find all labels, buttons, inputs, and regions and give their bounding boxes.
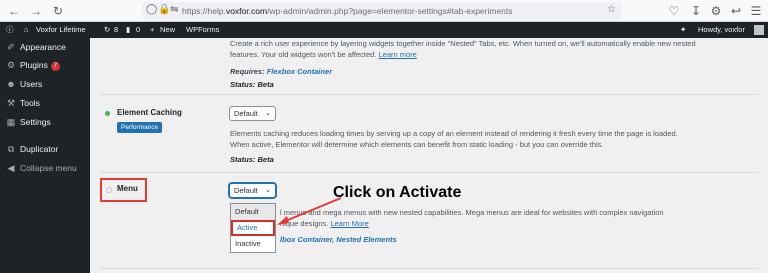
divider: [100, 268, 758, 269]
account-greeting[interactable]: Howdy, voxfor: [698, 25, 745, 35]
active-status-dot: [105, 111, 110, 116]
sidebar-item-duplicator[interactable]: ⧉ Duplicator: [0, 140, 90, 158]
sidebar-item-tools[interactable]: ⚒ Tools: [0, 94, 90, 112]
chevron-down-icon: ⌄: [265, 110, 271, 117]
plug-icon: ⚙: [6, 60, 16, 70]
home-icon[interactable]: ⌂: [24, 25, 29, 35]
option-inactive[interactable]: Inactive: [231, 236, 275, 252]
option-default[interactable]: Default: [231, 204, 275, 220]
settings-icon: ▦: [6, 117, 16, 127]
chevron-down-icon: ⌄: [265, 187, 271, 194]
browser-toolbar: ← → ↻ ◯ 🔒 ⇋ https://help.voxfor.com/wp-a…: [0, 0, 768, 22]
divider: [100, 172, 758, 173]
sidebar-item-label: Plugins 7: [20, 56, 60, 74]
element-caching-status: Status: Beta: [230, 155, 274, 164]
permissions-icon[interactable]: ⇋: [170, 4, 178, 15]
extensions-icon[interactable]: ⚙: [708, 3, 724, 19]
menu-requires: lbox Container, Nested Elements: [280, 235, 397, 244]
element-caching-label: Element Caching: [117, 108, 182, 117]
arrow-line: [282, 197, 342, 223]
comments-count[interactable]: 0: [136, 25, 140, 35]
forward-arrow-icon[interactable]: →: [28, 3, 44, 19]
plugins-update-badge: 7: [50, 62, 60, 71]
sidebar-item-plugins[interactable]: ⚙ Plugins 7: [0, 56, 90, 74]
divider: [100, 94, 758, 95]
wrench-icon: ⚒: [6, 98, 16, 108]
learn-more-link[interactable]: Learn more: [379, 50, 417, 59]
comments-icon[interactable]: ▮: [126, 25, 130, 35]
site-name[interactable]: Voxfor Lifetime: [36, 25, 86, 35]
duplicator-icon: ⧉: [7, 144, 15, 154]
new-content-link[interactable]: New: [160, 25, 175, 35]
lock-icon[interactable]: 🔒: [158, 4, 170, 15]
sparkle-icon[interactable]: ✦: [680, 25, 686, 35]
wpforms-link[interactable]: WPForms: [186, 25, 219, 35]
annotation-arrow: [277, 197, 342, 225]
nested-elements-requires: Requires: Flexbox Container: [230, 67, 333, 76]
wordpress-logo-icon[interactable]: ⓘ: [6, 25, 14, 35]
paintbrush-icon: ✐: [7, 42, 15, 52]
updates-icon[interactable]: ↻: [104, 25, 110, 35]
annotation-text: Click on Activate: [333, 184, 462, 201]
element-caching-select[interactable]: Default ⌄: [229, 106, 276, 121]
updates-count[interactable]: 8: [114, 25, 118, 35]
menu-dropdown[interactable]: Default Active Inactive: [230, 203, 276, 253]
element-caching-description: Elements caching reduces loading times b…: [230, 129, 678, 149]
address-bar[interactable]: ◯ 🔒 ⇋ https://help.voxfor.com/wp-admin/a…: [142, 2, 622, 20]
nested-elements-status: Status: Beta: [230, 80, 274, 89]
url-text[interactable]: https://help.voxfor.com/wp-admin/admin.p…: [182, 6, 513, 16]
inactive-status-dot: [106, 187, 112, 193]
plus-icon[interactable]: +: [150, 25, 154, 35]
collapse-menu-button[interactable]: ◀ Collapse menu: [0, 159, 90, 177]
sidebar-item-appearance[interactable]: ✐ Appearance: [0, 38, 90, 56]
sidebar-item-label: Collapse menu: [20, 163, 77, 173]
reload-icon[interactable]: ↻: [50, 3, 66, 19]
arrow-head: [277, 216, 289, 225]
experiments-content: Create a rich user experience by layerin…: [90, 38, 768, 273]
pocket-icon[interactable]: ♡: [666, 3, 682, 19]
sidebar-item-label: Users: [20, 79, 43, 89]
wp-admin-bar: ⓘ ⌂ Voxfor Lifetime ↻ 8 ▮ 0 + New WPForm…: [0, 22, 768, 38]
sidebar-item-label: Duplicator: [20, 144, 59, 154]
collapse-icon: ◀: [7, 163, 15, 173]
avatar[interactable]: [754, 25, 764, 35]
performance-tag: Performance: [117, 122, 163, 133]
sidebar-item-label: Tools: [20, 98, 40, 108]
sidebar-item-label: Settings: [20, 117, 51, 127]
sidebar-item-settings[interactable]: ▦ Settings: [0, 113, 90, 131]
download-icon[interactable]: ↧: [688, 3, 704, 19]
shield-icon[interactable]: ◯: [146, 4, 157, 15]
admin-sidebar: ✐ Appearance ⚙ Plugins 7 ☻ Users ⚒ Tools …: [0, 38, 90, 273]
sidebar-item-label: Appearance: [20, 42, 66, 52]
nested-elements-description: Create a rich user experience by layerin…: [230, 39, 696, 59]
menu-select[interactable]: Default ⌄: [229, 183, 276, 198]
users-icon: ☻: [6, 79, 16, 89]
sidebar-item-users[interactable]: ☻ Users: [0, 75, 90, 93]
bookmark-star-icon[interactable]: ☆: [607, 4, 616, 15]
back-icon[interactable]: ↩: [728, 3, 744, 19]
back-arrow-icon[interactable]: ←: [6, 3, 22, 19]
option-active[interactable]: Active: [231, 220, 275, 236]
menu-hamburger-icon[interactable]: ☰: [748, 3, 764, 19]
menu-label: Menu: [117, 184, 138, 193]
